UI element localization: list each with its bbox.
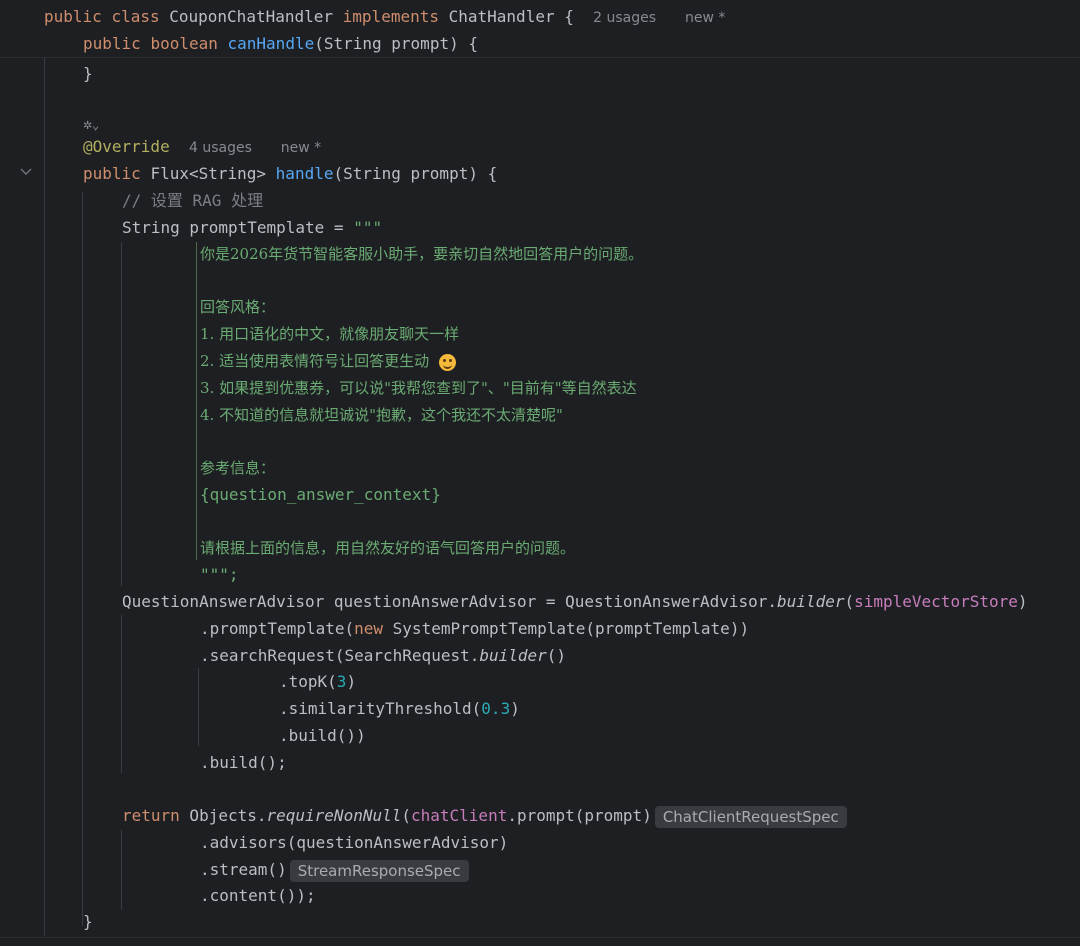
class-name: CouponChatHandler <box>169 7 334 26</box>
code-line-close-brace: } <box>83 64 93 83</box>
chevron-down-icon[interactable]: ⌄ <box>92 118 99 132</box>
template-text: 2. 适当使用表情符号让回答更生动 <box>200 352 434 370</box>
code-comment: // 设置 RAG 处理 <box>122 191 264 210</box>
indent-guide <box>121 830 122 910</box>
method-params: (String prompt) { <box>333 164 498 183</box>
number-literal: 3 <box>336 672 347 691</box>
number-literal: 0.3 <box>481 699 511 718</box>
code-line-prompt-template-decl: String promptTemplate = """ <box>122 214 382 241</box>
method-call: .similarityThreshold( <box>279 699 482 718</box>
code-line-top-k: .topK(3) <box>279 668 356 695</box>
method-call: .stream() <box>200 860 287 879</box>
template-line: 4. 不知道的信息就坦诚说"抱歉，这个我还不太清楚呢" <box>200 406 563 424</box>
method-separator <box>0 57 1080 58</box>
template-line: 回答风格： <box>200 298 276 316</box>
template-line: 参考信息： <box>200 459 276 477</box>
return-type: Flux<String> <box>150 164 267 183</box>
code-line-close-brace: } <box>83 912 93 931</box>
class-reference: Objects. <box>179 806 267 825</box>
method-call: .topK( <box>279 672 337 691</box>
code-editor[interactable]: public class CouponChatHandler implement… <box>0 0 1080 946</box>
interface-name: ChatHandler <box>448 7 555 26</box>
indent-guide <box>44 58 45 936</box>
keyword: implements <box>342 7 439 26</box>
method-call: ) <box>510 699 520 718</box>
method-call: .promptTemplate( <box>200 619 355 638</box>
indent-guide <box>121 615 122 773</box>
template-placeholder: {question_answer_context} <box>200 485 441 504</box>
method-separator <box>0 937 1080 938</box>
field-reference: chatClient <box>411 806 508 825</box>
template-line: 2. 适当使用表情符号让回答更生动 <box>200 348 456 375</box>
text-block-close: """; <box>200 565 239 584</box>
method-call: .prompt(prompt) <box>507 806 652 825</box>
text-block-open: """ <box>353 218 383 237</box>
paren: ) <box>1017 592 1028 611</box>
keyword: public <box>83 34 141 53</box>
code-line-build-outer: .build(); <box>200 753 287 772</box>
keyword: return <box>122 806 180 825</box>
smiley-emoji-icon <box>438 353 456 371</box>
static-method-call: requireNonNull <box>266 806 402 825</box>
method-params: (String prompt) { <box>314 34 478 53</box>
usages-hint[interactable]: 4 usages <box>189 140 252 156</box>
keyword: class <box>111 7 160 26</box>
keyword: public <box>83 164 141 183</box>
keyword: new <box>354 619 384 638</box>
code-line-return: return Objects.requireNonNull(chatClient… <box>122 802 847 829</box>
builder-call: builder <box>777 592 845 611</box>
code-line-similarity: .similarityThreshold(0.3) <box>279 695 520 722</box>
code-line-stream: .stream() StreamResponseSpec <box>200 856 469 883</box>
method-call: () <box>546 646 567 665</box>
variable-declaration: String promptTemplate = <box>122 218 354 237</box>
method-call: ) <box>346 672 357 691</box>
builder-call: builder <box>479 646 547 665</box>
annotation: @Override <box>83 137 170 156</box>
template-line: 1. 用口语化的中文，就像朋友聊天一样 <box>200 325 460 343</box>
code-line-handle-declaration: public Flux<String> handle(String prompt… <box>83 160 497 187</box>
code-line-content: .content()); <box>200 886 316 905</box>
type-inlay-hint[interactable]: StreamResponseSpec <box>289 859 469 882</box>
type-inlay-hint[interactable]: ChatClientRequestSpec <box>654 805 847 828</box>
code-line-search-request: .searchRequest(SearchRequest.builder() <box>200 642 566 669</box>
paren: ( <box>844 592 855 611</box>
advisor-declaration: QuestionAnswerAdvisor questionAnswerAdvi… <box>122 592 778 611</box>
paren: ( <box>401 806 411 825</box>
template-line: 3. 如果提到优惠券，可以说"我帮您查到了"、"目前有"等自然表达 <box>200 379 637 397</box>
ai-assistant-icon[interactable]: ✲ <box>83 115 92 133</box>
keyword: boolean <box>150 34 218 53</box>
indent-guide <box>82 192 83 926</box>
method-name: handle <box>275 164 334 183</box>
template-line: 请根据上面的信息，用自然友好的语气回答用户的问题。 <box>200 539 576 557</box>
new-hint[interactable]: new * <box>281 140 321 156</box>
code-line-advisor-decl: QuestionAnswerAdvisor questionAnswerAdvi… <box>122 588 1028 615</box>
text-block-guide <box>196 242 197 560</box>
new-hint[interactable]: new * <box>685 10 725 26</box>
code-line-can-handle: public boolean canHandle(String prompt) … <box>83 30 478 57</box>
field-reference: simpleVectorStore <box>854 592 1018 611</box>
method-call: SystemPromptTemplate(promptTemplate)) <box>383 619 750 638</box>
code-line-override: @Override 4 usages new * <box>83 133 321 160</box>
code-line-class-declaration: public class CouponChatHandler implement… <box>44 3 725 30</box>
open-brace: { <box>564 7 574 26</box>
code-line-advisors: .advisors(questionAnswerAdvisor) <box>200 833 509 852</box>
method-name: canHandle <box>227 34 315 53</box>
code-line-prompt-template-call: .promptTemplate(new SystemPromptTemplate… <box>200 615 749 642</box>
method-call: .searchRequest(SearchRequest. <box>200 646 480 665</box>
indent-guide <box>121 242 122 586</box>
code-line-build-inner: .build()) <box>279 726 366 745</box>
usages-hint[interactable]: 2 usages <box>593 10 656 26</box>
keyword: public <box>44 7 102 26</box>
indent-guide <box>198 668 199 746</box>
chevron-down-icon[interactable] <box>18 164 34 180</box>
template-line: 你是2026年货节智能客服小助手，要亲切自然地回答用户的问题。 <box>200 245 644 263</box>
